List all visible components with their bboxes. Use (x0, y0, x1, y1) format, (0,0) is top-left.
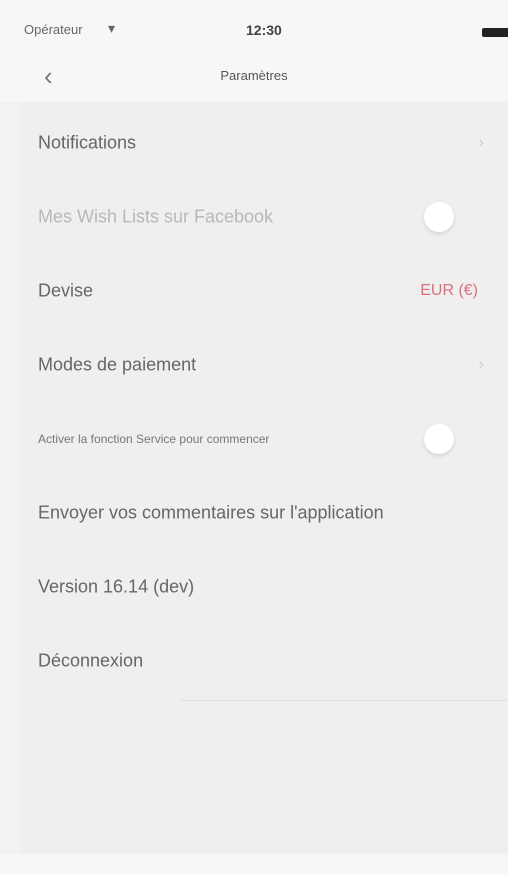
facebook-wishlists-row: Mes Wish Lists sur Facebook (20, 180, 508, 254)
currency-label: Devise (38, 280, 94, 301)
battery-icon (482, 28, 508, 37)
facebook-wishlists-label: Mes Wish Lists sur Facebook (38, 206, 274, 227)
currency-value: EUR (€) (420, 282, 478, 299)
page-title: Paramètres (220, 68, 288, 83)
version-row: Version 16.14 (dev) (20, 550, 508, 624)
version-label: Version 16.14 (dev) (38, 576, 195, 597)
facebook-wishlists-toggle[interactable] (424, 202, 454, 232)
payment-modes-label: Modes de paiement (38, 354, 197, 375)
chevron-right-icon: › (478, 134, 484, 151)
tab-bar (0, 854, 508, 874)
enable-service-toggle[interactable] (424, 424, 454, 454)
payment-modes-row[interactable]: Modes de paiement › (20, 328, 508, 402)
navigation-bar: ‹ Paramètres (0, 50, 508, 102)
notifications-label: Notifications (38, 132, 137, 153)
logout-label: Déconnexion (38, 650, 144, 671)
feedback-label: Envoyer vos commentaires sur l'applicati… (38, 502, 384, 523)
chevron-right-icon: › (478, 356, 484, 373)
enable-service-row: Activer la fonction Service pour commenc… (20, 402, 508, 476)
notifications-row[interactable]: Notifications › (20, 106, 508, 180)
clock: 12:30 (246, 22, 282, 38)
enable-service-label: Activer la fonction Service pour commenc… (38, 432, 270, 446)
settings-list: Notifications › Mes Wish Lists sur Faceb… (20, 102, 508, 854)
logout-row[interactable]: Déconnexion (20, 624, 508, 698)
wifi-icon: ▾ (108, 20, 116, 36)
currency-row[interactable]: Devise EUR (€) (20, 254, 508, 328)
carrier-label: Opérateur (24, 22, 83, 37)
feedback-row[interactable]: Envoyer vos commentaires sur l'applicati… (20, 476, 508, 550)
divider (180, 700, 508, 701)
